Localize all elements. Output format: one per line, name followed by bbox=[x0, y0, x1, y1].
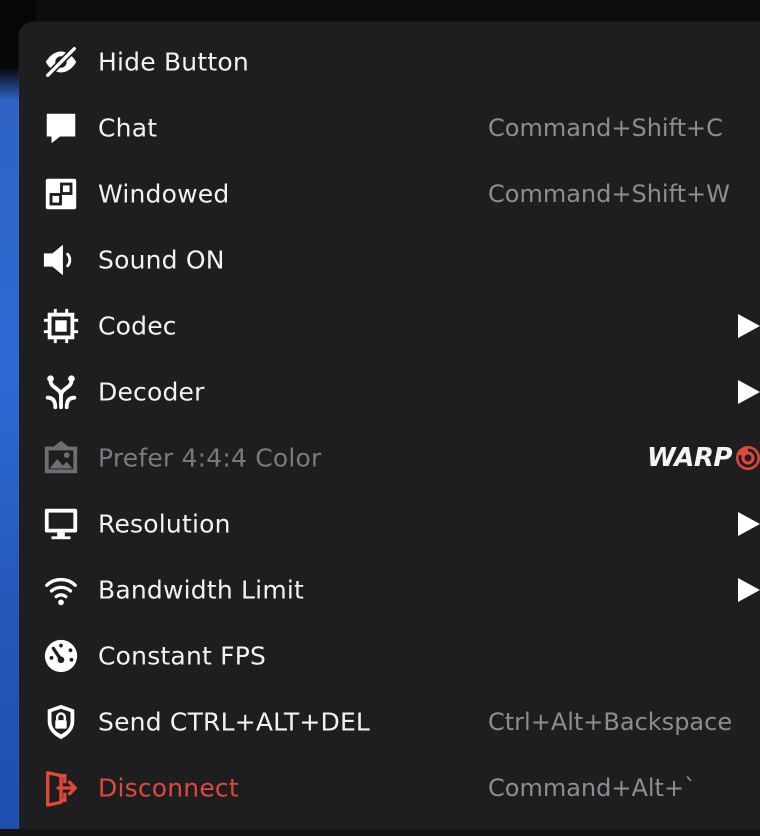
submenu-arrow-icon bbox=[738, 380, 760, 404]
menu-item-label: Bandwidth Limit bbox=[98, 575, 305, 605]
menu-item-label: Prefer 4:4:4 Color bbox=[98, 443, 322, 473]
menu-item-label: Constant FPS bbox=[98, 641, 267, 671]
menu-item-disconnect[interactable]: Disconnect Command+Alt+` bbox=[19, 755, 760, 821]
context-menu: Hide Button Chat Command+Shift+C Windowe… bbox=[19, 22, 760, 830]
submenu-arrow-icon bbox=[738, 512, 760, 536]
menu-item-bandwidth-limit[interactable]: Bandwidth Limit bbox=[19, 557, 760, 623]
monitor-icon bbox=[41, 504, 81, 544]
submenu-arrow-icon bbox=[738, 578, 760, 602]
menu-item-send-ctrl-alt-del[interactable]: Send CTRL+ALT+DEL Ctrl+Alt+Backspace bbox=[19, 689, 760, 755]
warp-badge-text: WARP bbox=[647, 443, 732, 473]
menu-item-label: Sound ON bbox=[98, 245, 225, 275]
exit-icon bbox=[41, 768, 81, 808]
menu-item-label: Decoder bbox=[98, 377, 205, 407]
menu-item-chat[interactable]: Chat Command+Shift+C bbox=[19, 95, 760, 161]
menu-item-shortcut: Command+Alt+` bbox=[488, 774, 697, 802]
menu-item-label: Codec bbox=[98, 311, 177, 341]
menu-item-hide-button[interactable]: Hide Button bbox=[19, 29, 760, 95]
menu-item-constant-fps[interactable]: Constant FPS bbox=[19, 623, 760, 689]
decoder-icon bbox=[41, 372, 81, 412]
menu-item-shortcut: Command+Shift+W bbox=[488, 180, 730, 208]
speaker-icon bbox=[41, 240, 81, 280]
warp-badge: WARP bbox=[647, 443, 760, 473]
menu-item-decoder[interactable]: Decoder bbox=[19, 359, 760, 425]
menu-item-label: Chat bbox=[98, 113, 158, 143]
menu-item-shortcut: Command+Shift+C bbox=[488, 114, 723, 142]
menu-item-codec[interactable]: Codec bbox=[19, 293, 760, 359]
menu-item-label: Send CTRL+ALT+DEL bbox=[98, 707, 371, 737]
menu-bottom-edge bbox=[0, 829, 760, 836]
submenu-arrow-icon bbox=[738, 314, 760, 338]
lock-shield-icon bbox=[41, 702, 81, 742]
chat-bubble-icon bbox=[41, 108, 81, 148]
windowed-icon bbox=[41, 174, 81, 214]
menu-item-windowed[interactable]: Windowed Command+Shift+W bbox=[19, 161, 760, 227]
menu-item-resolution[interactable]: Resolution bbox=[19, 491, 760, 557]
menu-item-label: Windowed bbox=[98, 179, 230, 209]
image-icon bbox=[41, 438, 81, 478]
eye-slash-icon bbox=[41, 42, 81, 82]
wifi-icon bbox=[41, 570, 81, 610]
menu-item-label: Resolution bbox=[98, 509, 231, 539]
menu-item-prefer-444-color[interactable]: Prefer 4:4:4 Color WARP bbox=[19, 425, 760, 491]
menu-item-label: Disconnect bbox=[98, 773, 239, 803]
gauge-icon bbox=[41, 636, 81, 676]
chip-icon bbox=[41, 306, 81, 346]
top-bar bbox=[0, 0, 760, 22]
menu-item-label: Hide Button bbox=[98, 47, 249, 77]
menu-item-shortcut: Ctrl+Alt+Backspace bbox=[488, 708, 733, 736]
warp-swirl-icon bbox=[735, 446, 760, 470]
menu-item-sound[interactable]: Sound ON bbox=[19, 227, 760, 293]
